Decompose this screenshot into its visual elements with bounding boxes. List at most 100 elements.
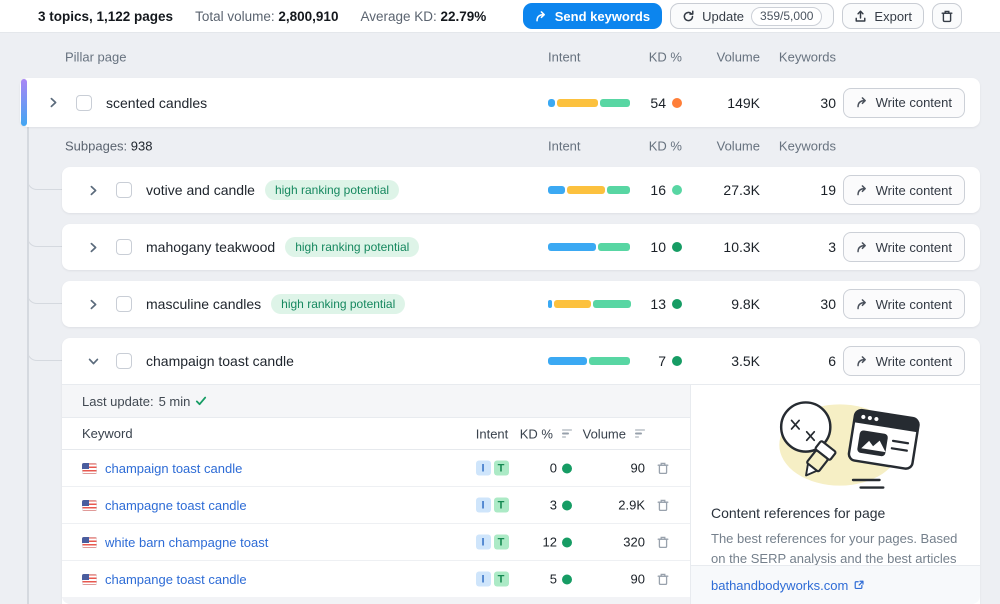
row-checkbox[interactable] xyxy=(116,296,132,312)
row-checkbox[interactable] xyxy=(116,182,132,198)
reference-domain-link[interactable]: bathandbodyworks.com xyxy=(711,578,865,593)
subpage-name: champaign toast candle xyxy=(146,353,294,369)
expanded-keyword-detail: Last update: 5 min Keyword Intent KD % V… xyxy=(62,384,980,604)
delete-keyword-button[interactable] xyxy=(656,461,670,475)
last-update-value: 5 min xyxy=(159,394,191,409)
export-icon xyxy=(854,10,867,23)
intent-column-label: Intent xyxy=(548,50,581,65)
pillar-metrics-headers: Intent KD % Volume Keywords xyxy=(548,43,980,71)
pillar-page-name: scented candles xyxy=(106,95,207,111)
delete-topics-button[interactable] xyxy=(932,3,962,29)
pillar-intent-bar xyxy=(548,99,630,107)
export-button[interactable]: Export xyxy=(842,3,924,29)
expand-chevron-right-icon[interactable] xyxy=(86,297,101,312)
write-content-button[interactable]: Write content xyxy=(843,88,965,118)
last-update-bar: Last update: 5 min xyxy=(62,385,690,418)
subpages-count-value: 938 xyxy=(131,139,153,154)
keywords-column-label: Keywords xyxy=(778,139,836,154)
keywords-cell: 3 xyxy=(778,239,836,255)
subpage-row-votive-and-candle: votive and candle high ranking potential… xyxy=(62,167,980,213)
delete-keyword-button[interactable] xyxy=(656,498,670,512)
keyword-link[interactable]: champaign toast candle xyxy=(105,461,242,476)
expand-chevron-right-icon[interactable] xyxy=(86,240,101,255)
volume-cell: 90 xyxy=(562,572,645,587)
write-content-button[interactable]: Write content xyxy=(843,289,965,319)
send-keywords-label: Send keywords xyxy=(555,9,650,24)
kd-dot xyxy=(672,185,682,195)
delete-keyword-button[interactable] xyxy=(656,572,670,586)
high-ranking-badge: high ranking potential xyxy=(271,294,405,314)
pillar-columns-header: Pillar page Intent KD % Volume Keywords xyxy=(0,43,1000,71)
kd-dot xyxy=(672,98,682,108)
toolbar-actions: Send keywords Update 359/5,000 Export xyxy=(523,3,962,29)
kd-cell: 7 xyxy=(628,353,682,369)
keywords-cell: 19 xyxy=(778,182,836,198)
write-content-button[interactable]: Write content xyxy=(843,232,965,262)
volume-cell: 90 xyxy=(562,461,645,476)
write-content-button[interactable]: Write content xyxy=(843,175,965,205)
us-flag-icon xyxy=(82,574,97,585)
subpages-metrics-headers: Intent KD % Volume Keywords xyxy=(548,132,980,160)
export-label: Export xyxy=(874,9,912,24)
tree-branch-line xyxy=(27,232,62,247)
intent-informational-badge: I xyxy=(476,461,491,476)
pillar-volume-cell: 149K xyxy=(688,95,760,111)
intent-bar xyxy=(548,300,631,308)
volume-cell: 27.3K xyxy=(688,182,760,198)
send-keywords-button[interactable]: Send keywords xyxy=(523,3,662,29)
keyword-link[interactable]: champange toast candle xyxy=(105,572,247,587)
subpages-columns-header: Subpages: 938 Intent KD % Volume Keyword… xyxy=(0,132,1000,160)
subpage-row-masculine-candles: masculine candles high ranking potential… xyxy=(62,281,980,327)
average-kd: Average KD: 22.79% xyxy=(360,9,486,24)
update-counter: 359/5,000 xyxy=(751,7,822,26)
tree-trunk-line xyxy=(27,127,29,604)
keyword-column-label: Keyword xyxy=(82,418,133,449)
total-volume: Total volume: 2,800,910 xyxy=(195,9,338,24)
tree-branch-line xyxy=(27,289,62,304)
external-link-icon xyxy=(853,579,865,591)
keyword-table-header: Keyword Intent KD % Volume xyxy=(62,418,690,450)
tree-branch-line xyxy=(27,346,62,361)
kd-dot xyxy=(672,356,682,366)
expand-chevron-right-icon[interactable] xyxy=(46,95,61,110)
kd-dot xyxy=(672,242,682,252)
references-footer: bathandbodyworks.com xyxy=(691,565,980,604)
volume-column-label: Volume xyxy=(688,50,760,65)
write-arrow-icon xyxy=(856,184,869,197)
subpage-name: votive and candle xyxy=(146,182,255,198)
refresh-icon xyxy=(682,10,695,23)
update-button[interactable]: Update 359/5,000 xyxy=(670,3,834,29)
references-title: Content references for page xyxy=(691,505,980,521)
keyword-link[interactable]: champagne toast candle xyxy=(105,498,247,513)
write-arrow-icon xyxy=(856,241,869,254)
total-volume-value: 2,800,910 xyxy=(278,9,338,24)
sort-icon[interactable] xyxy=(635,429,645,438)
collapse-chevron-down-icon[interactable] xyxy=(86,354,101,369)
kd-column-label: KD % xyxy=(628,50,682,65)
volume-cell: 10.3K xyxy=(688,239,760,255)
keywords-cell: 6 xyxy=(778,353,836,369)
intent-bar xyxy=(548,243,630,251)
subpages-count-label: Subpages: 938 xyxy=(65,139,153,154)
keyword-strategy-table: Pillar page Intent KD % Volume Keywords … xyxy=(0,33,1000,604)
keyword-link[interactable]: white barn champagne toast xyxy=(105,535,268,550)
subpage-name: mahogany teakwood xyxy=(146,239,275,255)
row-checkbox[interactable] xyxy=(116,353,132,369)
write-content-button[interactable]: Write content xyxy=(843,346,965,376)
volume-sort-header[interactable]: Volume xyxy=(562,426,645,441)
expand-chevron-right-icon[interactable] xyxy=(86,183,101,198)
keyword-row: champagne toast candle IT 3 2.9K xyxy=(62,487,690,524)
content-references-panel: Content references for page The best ref… xyxy=(690,385,980,604)
kd-dot xyxy=(672,299,682,309)
keyword-row: white barn champagne toast IT 12 320 xyxy=(62,524,690,561)
summary-stats: 3 topics, 1,122 pages Total volume: 2,80… xyxy=(38,9,486,24)
kd-column-label: KD % xyxy=(628,139,682,154)
write-arrow-icon xyxy=(856,96,869,109)
intent-bar xyxy=(548,186,630,194)
delete-keyword-button[interactable] xyxy=(656,535,670,549)
intent-column-label: Intent xyxy=(548,139,581,154)
pillar-checkbox[interactable] xyxy=(76,95,92,111)
average-kd-value: 22.79% xyxy=(441,9,487,24)
subpage-name: masculine candles xyxy=(146,296,261,312)
row-checkbox[interactable] xyxy=(116,239,132,255)
